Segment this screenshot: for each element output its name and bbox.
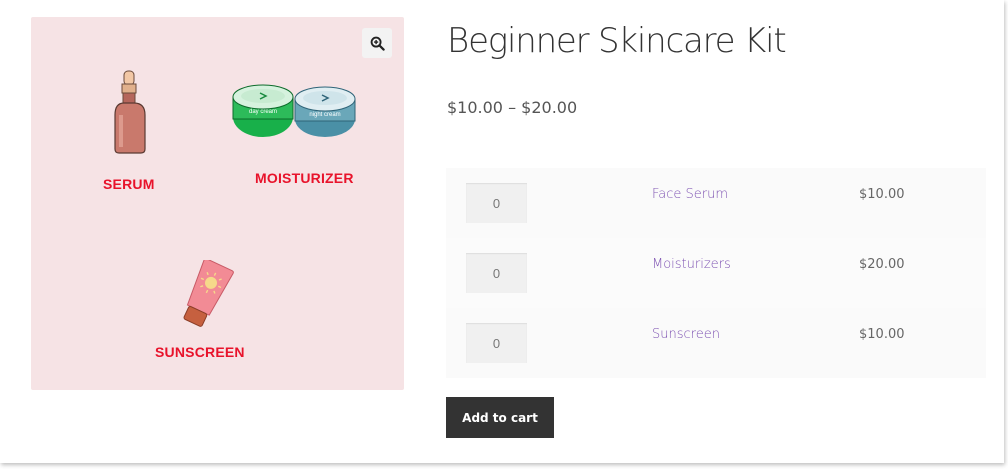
sunscreen-tube-illustration [183,260,234,327]
gallery-zoom-button[interactable] [362,28,392,58]
magnifier-plus-icon [370,36,385,51]
product-title: Beginner Skincare Kit [447,21,787,61]
quantity-input-face-serum[interactable] [466,183,527,223]
serum-label: SERUM [103,176,155,192]
product-link-face-serum[interactable]: Face Serum [652,187,728,202]
product-price: $10.00 [859,187,905,202]
product-price-range: $10.00 – $20.00 [447,98,578,117]
table-row: Sunscreen $10.00 [446,308,986,378]
quantity-input-moisturizers[interactable] [466,253,527,293]
quantity-input-sunscreen[interactable] [466,323,527,363]
product-image-gallery[interactable]: SERUM day cream night cream MOISTURIZER [31,17,404,390]
serum-bottle-illustration [114,70,146,154]
sunscreen-label: SUNSCREEN [155,344,245,360]
product-link-sunscreen[interactable]: Sunscreen [652,327,720,342]
product-price: $10.00 [859,327,905,342]
page-frame: SERUM day cream night cream MOISTURIZER [0,0,1004,463]
grouped-products-table: Face Serum $10.00 Moisturizers $20.00 Su… [446,168,986,378]
add-to-cart-button[interactable]: Add to cart [446,397,554,438]
moisturizer-label: MOISTURIZER [255,170,354,186]
moisturizer-jars-illustration: day cream night cream [232,84,356,137]
product-link-moisturizers[interactable]: Moisturizers [652,257,731,272]
table-row: Face Serum $10.00 [446,168,986,238]
product-price: $20.00 [859,257,905,272]
day-cream-jar-text: day cream [249,109,277,115]
table-row: Moisturizers $20.00 [446,238,986,308]
night-cream-jar-text: night cream [309,112,340,118]
